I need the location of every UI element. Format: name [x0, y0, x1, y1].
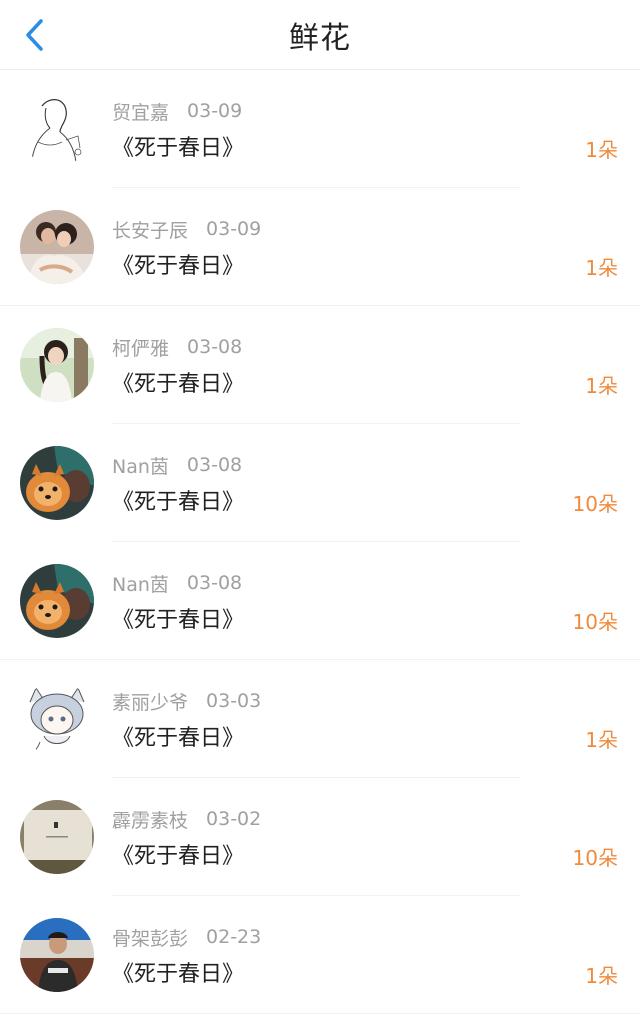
flower-count: 1朵	[585, 964, 618, 988]
avatar[interactable]	[20, 918, 94, 992]
flower-count: 1朵	[585, 256, 618, 280]
user-name: 霹雳素枝	[112, 809, 189, 832]
flower-count: 10朵	[572, 846, 618, 870]
page-title: 鲜花	[289, 21, 351, 56]
girl-avatar-image	[20, 328, 94, 402]
date: 03-09	[206, 218, 262, 240]
work-title: 《死于春日》	[112, 608, 245, 633]
work-title: 《死于春日》	[112, 254, 245, 279]
user-name: 骨架彭彭	[112, 927, 189, 950]
list-item[interactable]: 素丽少爷 03-03 《死于春日》 1朵	[0, 660, 640, 778]
avatar[interactable]	[20, 682, 94, 756]
flower-count: 1朵	[585, 138, 618, 162]
date: 03-03	[206, 690, 262, 712]
date: 03-08	[186, 454, 243, 476]
avatar[interactable]	[20, 328, 94, 402]
user-name: Nan茵	[112, 573, 169, 596]
work-title: 《死于春日》	[112, 726, 245, 751]
user-name: 柯俨雅	[112, 337, 170, 360]
list-item[interactable]: 霹雳素枝 03-02 《死于春日》 10朵	[0, 778, 640, 896]
work-title: 《死于春日》	[112, 490, 245, 515]
book-avatar-image	[20, 800, 94, 874]
date: 03-08	[187, 336, 243, 358]
avatar[interactable]	[20, 800, 94, 874]
list-item[interactable]: 长安子辰 03-09 《死于春日》 1朵	[0, 188, 640, 306]
user-name: Nan茵	[112, 455, 169, 478]
anime-avatar-image	[20, 682, 94, 756]
work-title: 《死于春日》	[112, 962, 245, 987]
flower-count: 1朵	[585, 374, 618, 398]
date: 03-08	[186, 572, 243, 594]
couple-avatar-image	[20, 210, 94, 284]
dog-avatar-image	[20, 446, 94, 520]
flower-count: 10朵	[572, 610, 618, 634]
flower-count: 1朵	[585, 728, 618, 752]
list-item[interactable]: Nan茵 03-08 《死于春日》 10朵	[0, 542, 640, 660]
list-item[interactable]: 骨架彭彭 02-23 《死于春日》 1朵	[0, 896, 640, 1014]
list-item[interactable]: 贸宜嘉 03-09 《死于春日》 1朵	[0, 70, 640, 188]
work-title: 《死于春日》	[112, 372, 245, 397]
work-title: 《死于春日》	[112, 844, 245, 869]
user-name: 长安子辰	[112, 219, 189, 242]
flower-count: 10朵	[572, 492, 618, 516]
avatar[interactable]	[20, 92, 94, 166]
avatar[interactable]	[20, 210, 94, 284]
user-name: 素丽少爷	[112, 691, 189, 714]
date: 03-02	[206, 808, 262, 830]
avatar[interactable]	[20, 564, 94, 638]
user-name: 贸宜嘉	[112, 101, 170, 124]
date: 02-23	[206, 926, 262, 948]
work-title: 《死于春日》	[112, 136, 245, 161]
dog-avatar-image	[20, 564, 94, 638]
list-item[interactable]: Nan茵 03-08 《死于春日》 10朵	[0, 424, 640, 542]
sketch-avatar-image	[20, 92, 94, 166]
top-navigation-bar: 鲜花	[0, 0, 640, 70]
avatar[interactable]	[20, 446, 94, 520]
list-item[interactable]: 柯俨雅 03-08 《死于春日》 1朵	[0, 306, 640, 424]
man-avatar-image	[20, 918, 94, 992]
date: 03-09	[187, 100, 243, 122]
